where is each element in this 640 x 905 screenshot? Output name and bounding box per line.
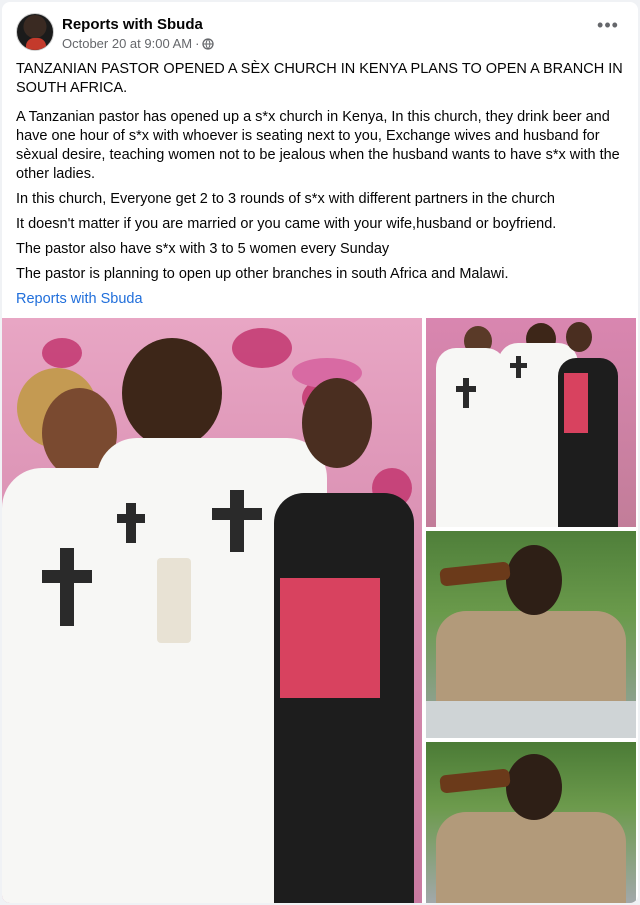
post-card: Reports with Sbuda October 20 at 9:00 AM… [2,2,638,903]
globe-icon[interactable] [202,37,215,50]
post-paragraph: It doesn't matter if you are married or … [16,216,557,232]
photo-drinking[interactable] [426,531,636,738]
photo-drinking-duplicate[interactable] [426,742,636,903]
meta-separator: · [195,36,200,51]
photo-grid [2,318,638,903]
photo-main[interactable] [2,318,422,903]
post-header: Reports with Sbuda October 20 at 9:00 AM… [2,2,638,54]
photo-group[interactable] [426,318,636,527]
post-paragraph: The pastor also have s*x with 3 to 5 wom… [16,241,390,257]
post-headline: TANZANIAN PASTOR OPENED A SÈX CHURCH IN … [16,61,623,96]
timestamp-link[interactable]: October 20 at 9:00 AM [62,36,192,51]
more-options-button[interactable]: ••• [594,16,622,38]
page-name-link[interactable]: Reports with Sbuda [62,16,203,33]
avatar[interactable] [16,13,54,51]
post-paragraph: A Tanzanian pastor has opened up a s*x c… [16,109,620,182]
post-meta: October 20 at 9:00 AM · [62,36,215,51]
post-paragraph: The pastor is planning to open up other … [16,266,509,282]
post-paragraph: In this church, Everyone get 2 to 3 roun… [16,191,555,207]
page-name-link-inline[interactable]: Reports with Sbuda [16,291,143,307]
post-body: TANZANIAN PASTOR OPENED A SÈX CHURCH IN … [16,60,624,315]
